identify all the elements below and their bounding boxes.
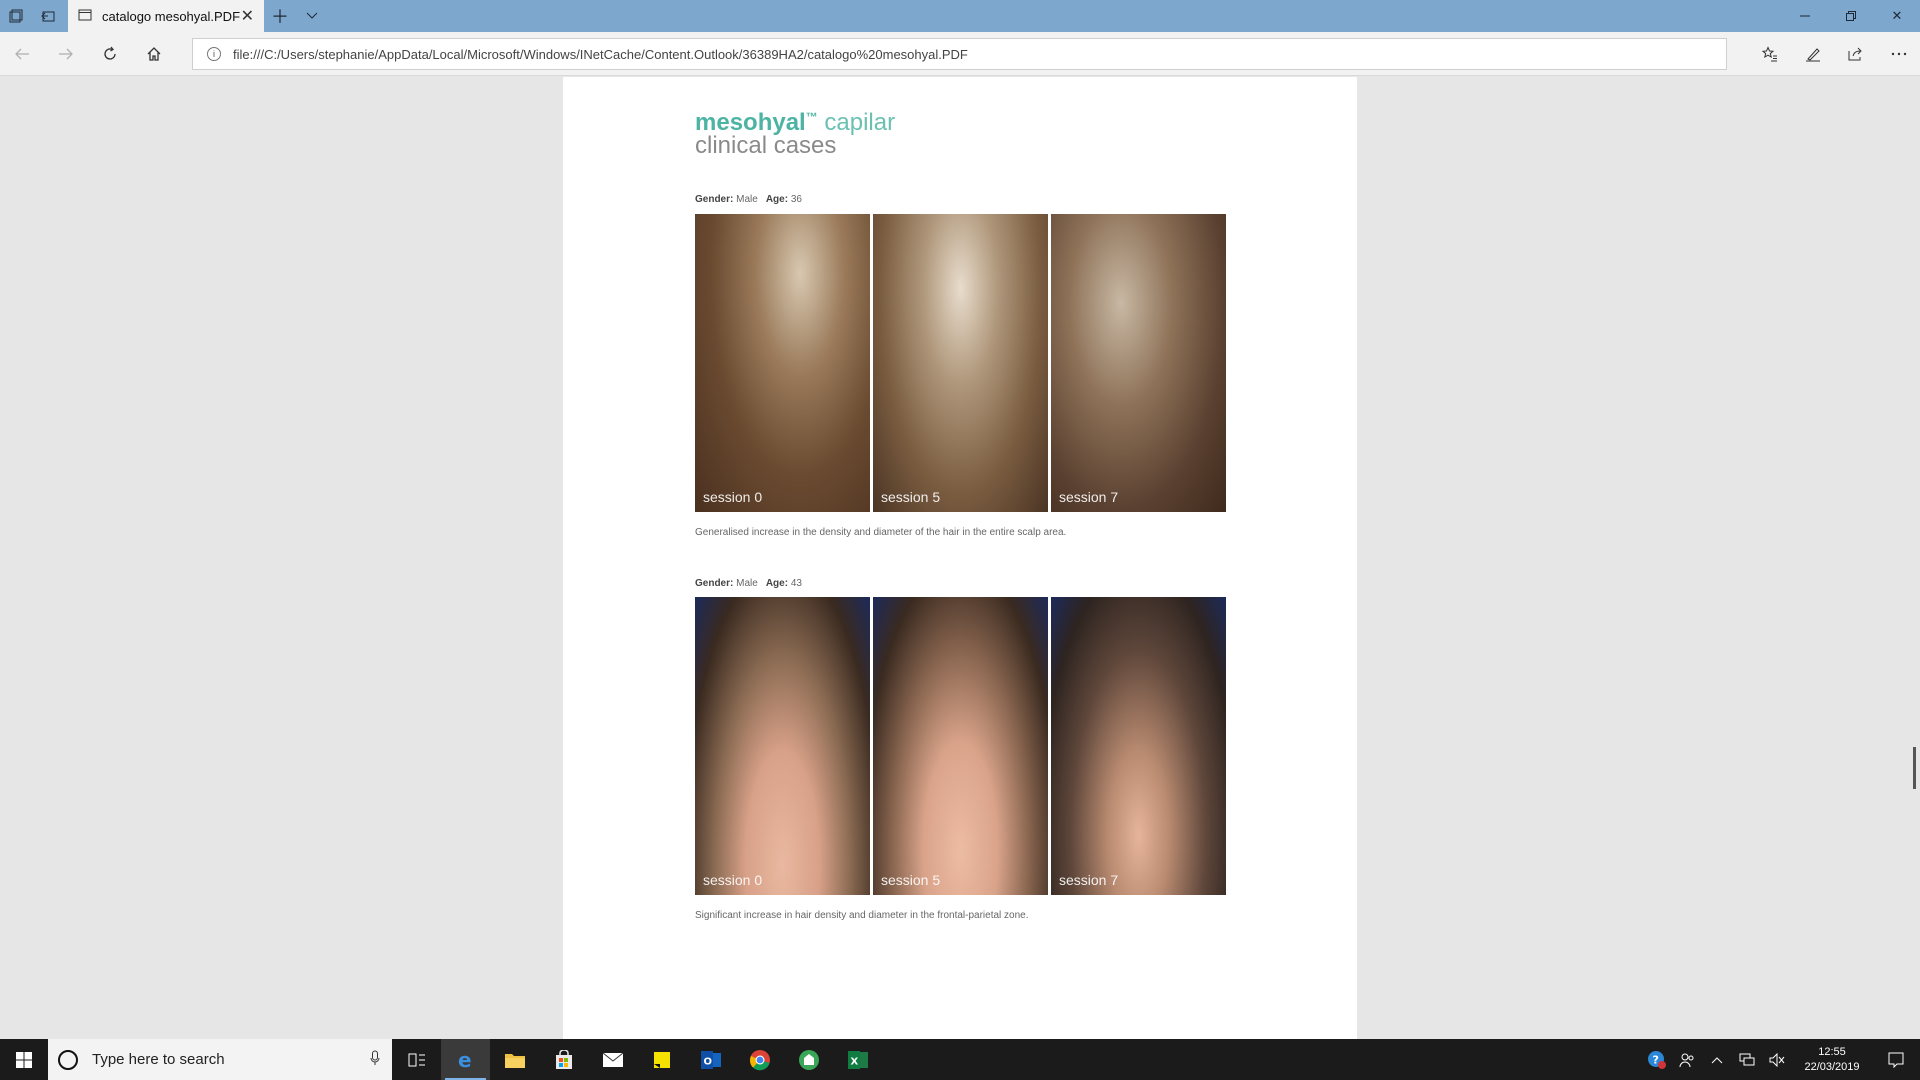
plus-icon[interactable]: ＋ [264,0,296,32]
pdf-viewer[interactable]: mesohyal™ capilar clinical cases Gender:… [0,77,1920,1039]
edge-icon[interactable]: e [441,1039,490,1080]
case-photo: session 7 [1051,597,1226,895]
more-icon[interactable] [1877,32,1920,76]
clock[interactable]: 12:55 22/03/2019 [1792,1045,1872,1075]
excel-icon[interactable]: X [833,1039,882,1080]
tab-actions-icon[interactable] [0,0,32,32]
pdf-page: mesohyal™ capilar clinical cases Gender:… [563,77,1357,1039]
navigation-bar: i file:///C:/Users/stephanie/AppData/Loc… [0,32,1920,76]
photo-label: session 7 [1059,489,1119,505]
cortana-icon [58,1049,78,1070]
case-caption: Generalised increase in the density and … [695,527,1067,538]
task-view-icon[interactable] [392,1039,441,1080]
nav-actions [1748,32,1920,76]
svg-text:?: ? [1653,1053,1659,1066]
scrollbar-thumb[interactable] [1913,747,1916,789]
home-icon[interactable] [132,32,176,76]
mail-icon[interactable] [588,1039,637,1080]
system-tray: ? 12:55 22/03/2019 [1642,1039,1920,1080]
outlook-icon[interactable]: O [686,1039,735,1080]
close-window-icon[interactable]: ✕ [1874,0,1920,32]
photo-label: session 0 [703,489,763,505]
case-photo: session 5 [873,597,1048,895]
clock-time: 12:55 [1818,1045,1846,1058]
chevron-down-icon[interactable] [296,0,328,32]
microphone-icon[interactable] [370,1050,380,1069]
url-text: file:///C:/Users/stephanie/AppData/Local… [233,46,968,62]
app-icon[interactable] [784,1039,833,1080]
network-icon[interactable] [1732,1053,1762,1067]
case-photo: session 0 [695,214,870,512]
case-photo-row: session 0 session 5 session 7 [695,597,1226,895]
svg-text:X: X [850,1056,858,1067]
address-bar[interactable]: i file:///C:/Users/stephanie/AppData/Loc… [192,38,1727,70]
case-meta: Gender: Male Age: 43 [695,578,802,589]
notification-icon[interactable] [1872,1052,1920,1068]
svg-text:e: e [458,1049,472,1071]
refresh-icon[interactable] [88,32,132,76]
chrome-icon[interactable] [735,1039,784,1080]
case-photo: session 7 [1051,214,1226,512]
volume-muted-icon[interactable] [1762,1052,1792,1067]
info-icon[interactable]: i [207,47,221,61]
clock-date: 22/03/2019 [1804,1060,1860,1073]
taskbar-search[interactable]: Type here to search [48,1039,392,1080]
taskbar: Type here to search e O X ? 12:55 22/03/… [0,1039,1920,1080]
case-meta: Gender: Male Age: 36 [695,194,802,205]
chevron-up-icon[interactable] [1702,1056,1732,1064]
document-subtitle: clinical cases [695,132,837,159]
share-icon[interactable] [1834,32,1877,76]
minimize-icon[interactable] [1782,0,1828,32]
favorites-icon[interactable] [1748,32,1791,76]
tab-active[interactable]: catalogo mesohyal.PDF ✕ [68,0,264,32]
case-caption: Significant increase in hair density and… [695,910,1029,921]
pen-icon[interactable] [1791,32,1834,76]
people-icon[interactable] [1672,1052,1702,1068]
case-photo: session 5 [873,214,1048,512]
svg-text:O: O [703,1056,712,1067]
title-bar: catalogo mesohyal.PDF ✕ ＋ ✕ [0,0,1920,32]
sticky-notes-icon[interactable] [637,1039,686,1080]
arrow-left-icon[interactable] [0,32,44,76]
page-icon [78,8,92,25]
store-icon[interactable] [539,1039,588,1080]
arrow-right-icon[interactable] [44,32,88,76]
photo-label: session 5 [881,872,941,888]
case-photo-row: session 0 session 5 session 7 [695,214,1226,512]
window-controls: ✕ [1782,0,1920,32]
restore-icon[interactable] [1828,0,1874,32]
photo-label: session 0 [703,872,763,888]
tab-title: catalogo mesohyal.PDF [102,8,241,24]
windows-start-icon[interactable] [0,1039,48,1080]
photo-label: session 7 [1059,872,1119,888]
set-aside-tabs-icon[interactable] [32,0,64,32]
file-explorer-icon[interactable] [490,1039,539,1080]
case-photo: session 0 [695,597,870,895]
photo-label: session 5 [881,489,941,505]
close-icon[interactable]: ✕ [241,6,254,26]
search-placeholder: Type here to search [92,1051,225,1068]
help-icon[interactable]: ? [1642,1050,1672,1070]
